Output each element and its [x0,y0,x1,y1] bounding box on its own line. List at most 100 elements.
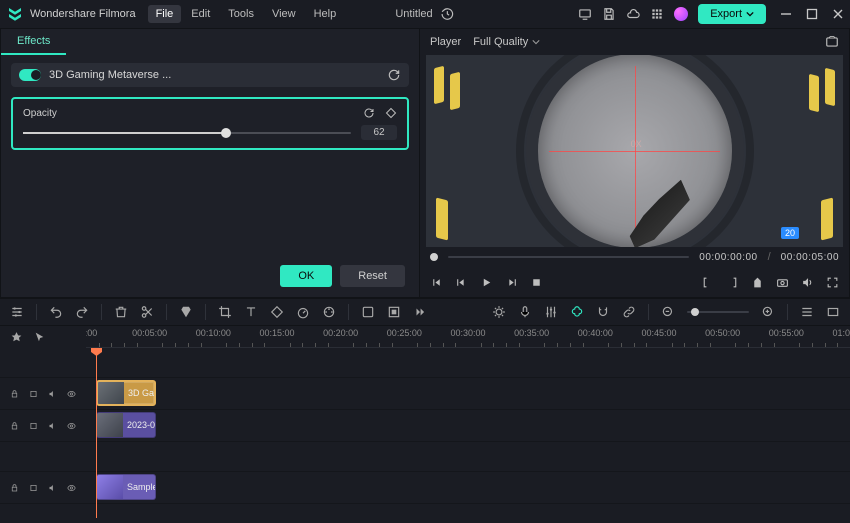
zoom-slider[interactable] [687,311,749,313]
zoom-out-icon[interactable] [661,305,675,319]
seek-position[interactable] [430,253,438,261]
more-icon[interactable] [413,305,427,319]
mixer-icon[interactable] [544,305,558,319]
menu-view[interactable]: View [264,5,304,23]
stop-icon[interactable] [530,276,543,289]
render-icon[interactable] [492,305,506,319]
seek-bar[interactable] [448,256,689,258]
pin-icon[interactable] [10,331,23,344]
lock-icon[interactable] [10,420,19,432]
snapshot-icon[interactable] [825,35,839,49]
eye-icon[interactable] [67,420,76,432]
main-menu: File Edit Tools View Help [148,5,345,23]
device-icon[interactable] [578,7,592,21]
ok-button[interactable]: OK [280,265,332,287]
keyframe-icon[interactable] [385,107,397,119]
mask-icon[interactable] [387,305,401,319]
track-color: Sample Col... [0,472,850,504]
bracket-left-icon[interactable] [701,276,714,289]
tab-effects[interactable]: Effects [1,29,66,55]
mute-icon[interactable] [48,482,57,494]
speed-icon[interactable] [296,305,310,319]
sliders-icon[interactable] [10,305,24,319]
clip-video[interactable]: 2023-01-05... [96,412,156,438]
marker-icon[interactable] [751,276,764,289]
menu-tools[interactable]: Tools [220,5,262,23]
track-video: 2023-01-05... [0,410,850,442]
player-label: Player [430,36,461,48]
zoom-in-icon[interactable] [761,305,775,319]
effects-panel: Effects 3D Gaming Metaverse ... Opacity … [0,28,420,298]
scope-graphic: 0X [526,55,744,247]
green-screen-icon[interactable] [361,305,375,319]
quality-dropdown[interactable]: Full Quality [473,36,540,48]
target-icon[interactable] [29,420,38,432]
lock-icon[interactable] [10,482,19,494]
target-icon[interactable] [29,482,38,494]
user-avatar[interactable] [674,7,688,21]
app-logo [6,5,24,23]
prev-icon[interactable] [430,276,443,289]
menu-help[interactable]: Help [306,5,345,23]
time-ruler[interactable]: 00:0000:05:0000:10:0000:15:0000:20:0000:… [86,326,850,348]
camera-icon[interactable] [776,276,789,289]
play-icon[interactable] [480,276,493,289]
text-icon[interactable] [244,305,258,319]
track-size-icon[interactable] [800,305,814,319]
preview-badge: 20 [781,227,799,239]
opacity-slider[interactable] [23,132,351,134]
mute-icon[interactable] [48,388,57,400]
player-panel: Player Full Quality 0X 20 [420,28,850,298]
keyframe-tool-icon[interactable] [270,305,284,319]
bracket-right-icon[interactable] [726,276,739,289]
window-close-icon[interactable] [832,8,844,20]
color-icon[interactable] [322,305,336,319]
crop-icon[interactable] [218,305,232,319]
marker-tool-icon[interactable] [179,305,193,319]
target-icon[interactable] [29,388,38,400]
magnet-icon[interactable] [596,305,610,319]
cursor-icon[interactable] [33,331,46,344]
project-title: Untitled [395,8,432,20]
lock-icon[interactable] [10,388,19,400]
history-icon[interactable] [441,7,455,21]
eye-icon[interactable] [67,482,76,494]
track-fx: 3D Gaming ... [0,378,850,410]
window-minimize-icon[interactable] [780,8,792,20]
mic-record-icon[interactable] [518,305,532,319]
save-icon[interactable] [602,7,616,21]
mute-icon[interactable] [48,420,57,432]
window-maximize-icon[interactable] [806,8,818,20]
split-icon[interactable] [140,305,154,319]
video-preview[interactable]: 0X 20 [426,55,843,247]
step-back-icon[interactable] [455,276,468,289]
clip-fx[interactable]: 3D Gaming ... [96,380,156,406]
link-icon[interactable] [622,305,636,319]
redo-icon[interactable] [75,305,89,319]
effect-toggle[interactable] [19,69,41,81]
timeline: 3D Gaming ... 2023-01-05... Sample Col..… [0,348,850,523]
effect-reset-icon[interactable] [387,68,401,82]
auto-ripple-icon[interactable] [570,305,584,319]
grid-icon[interactable] [650,7,664,21]
opacity-value[interactable]: 62 [361,125,397,140]
undo-icon[interactable] [49,305,63,319]
playhead[interactable] [96,348,97,518]
time-current: 00:00:00:00 [699,252,757,263]
menu-file[interactable]: File [148,5,182,23]
delete-icon[interactable] [114,305,128,319]
step-fwd-icon[interactable] [505,276,518,289]
fit-icon[interactable] [826,305,840,319]
effect-header: 3D Gaming Metaverse ... [11,63,409,87]
clip-color[interactable]: Sample Col... [96,474,156,500]
volume-icon[interactable] [801,276,814,289]
eye-icon[interactable] [67,388,76,400]
cloud-icon[interactable] [626,7,640,21]
opacity-reset-icon[interactable] [363,107,375,119]
menu-edit[interactable]: Edit [183,5,218,23]
opacity-label: Opacity [23,108,353,119]
opacity-group: Opacity 62 [11,97,409,150]
reset-button[interactable]: Reset [340,265,405,287]
fullscreen-icon[interactable] [826,276,839,289]
export-button[interactable]: Export [698,4,766,24]
